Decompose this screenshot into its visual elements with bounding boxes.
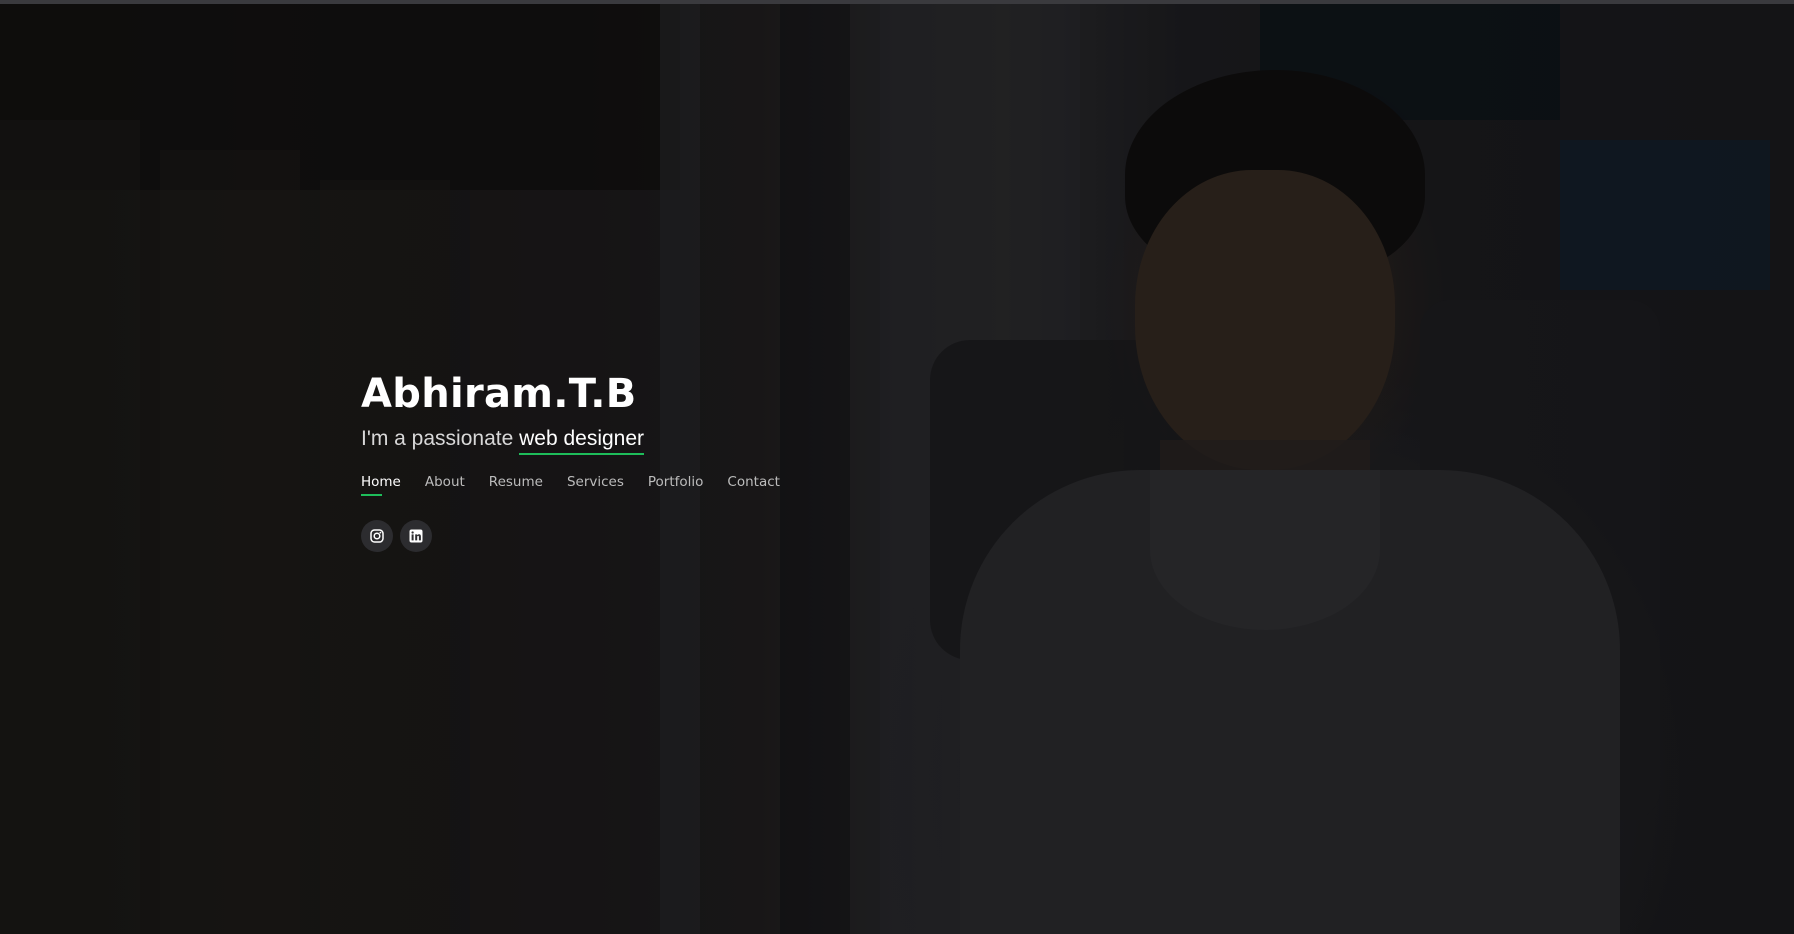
page: Abhiram.T.B I'm a passionate web designe…: [0, 0, 1794, 934]
dark-overlay: [0, 0, 1794, 934]
nav-link-about[interactable]: About: [425, 474, 465, 496]
linkedin-link[interactable]: [400, 520, 432, 552]
instagram-icon: [370, 529, 384, 543]
instagram-link[interactable]: [361, 520, 393, 552]
main-nav: Home About Resume Services Portfolio Con…: [361, 474, 780, 496]
nav-link-home[interactable]: Home: [361, 474, 401, 496]
subtitle-prefix: I'm a passionate: [361, 427, 520, 450]
typed-role-text: web designer: [519, 427, 645, 455]
nav-link-portfolio[interactable]: Portfolio: [648, 474, 704, 496]
nav-link-contact[interactable]: Contact: [727, 474, 780, 496]
nav-link-services[interactable]: Services: [567, 474, 624, 496]
hero-content: Abhiram.T.B I'm a passionate web designe…: [361, 366, 780, 552]
social-links: [361, 520, 780, 552]
hero-subtitle: I'm a passionate web designer: [361, 424, 780, 455]
linkedin-icon: [409, 529, 423, 543]
hero-name: Abhiram.T.B: [361, 371, 637, 417]
browser-top-strip: [0, 0, 1794, 4]
nav-link-resume[interactable]: Resume: [489, 474, 543, 496]
